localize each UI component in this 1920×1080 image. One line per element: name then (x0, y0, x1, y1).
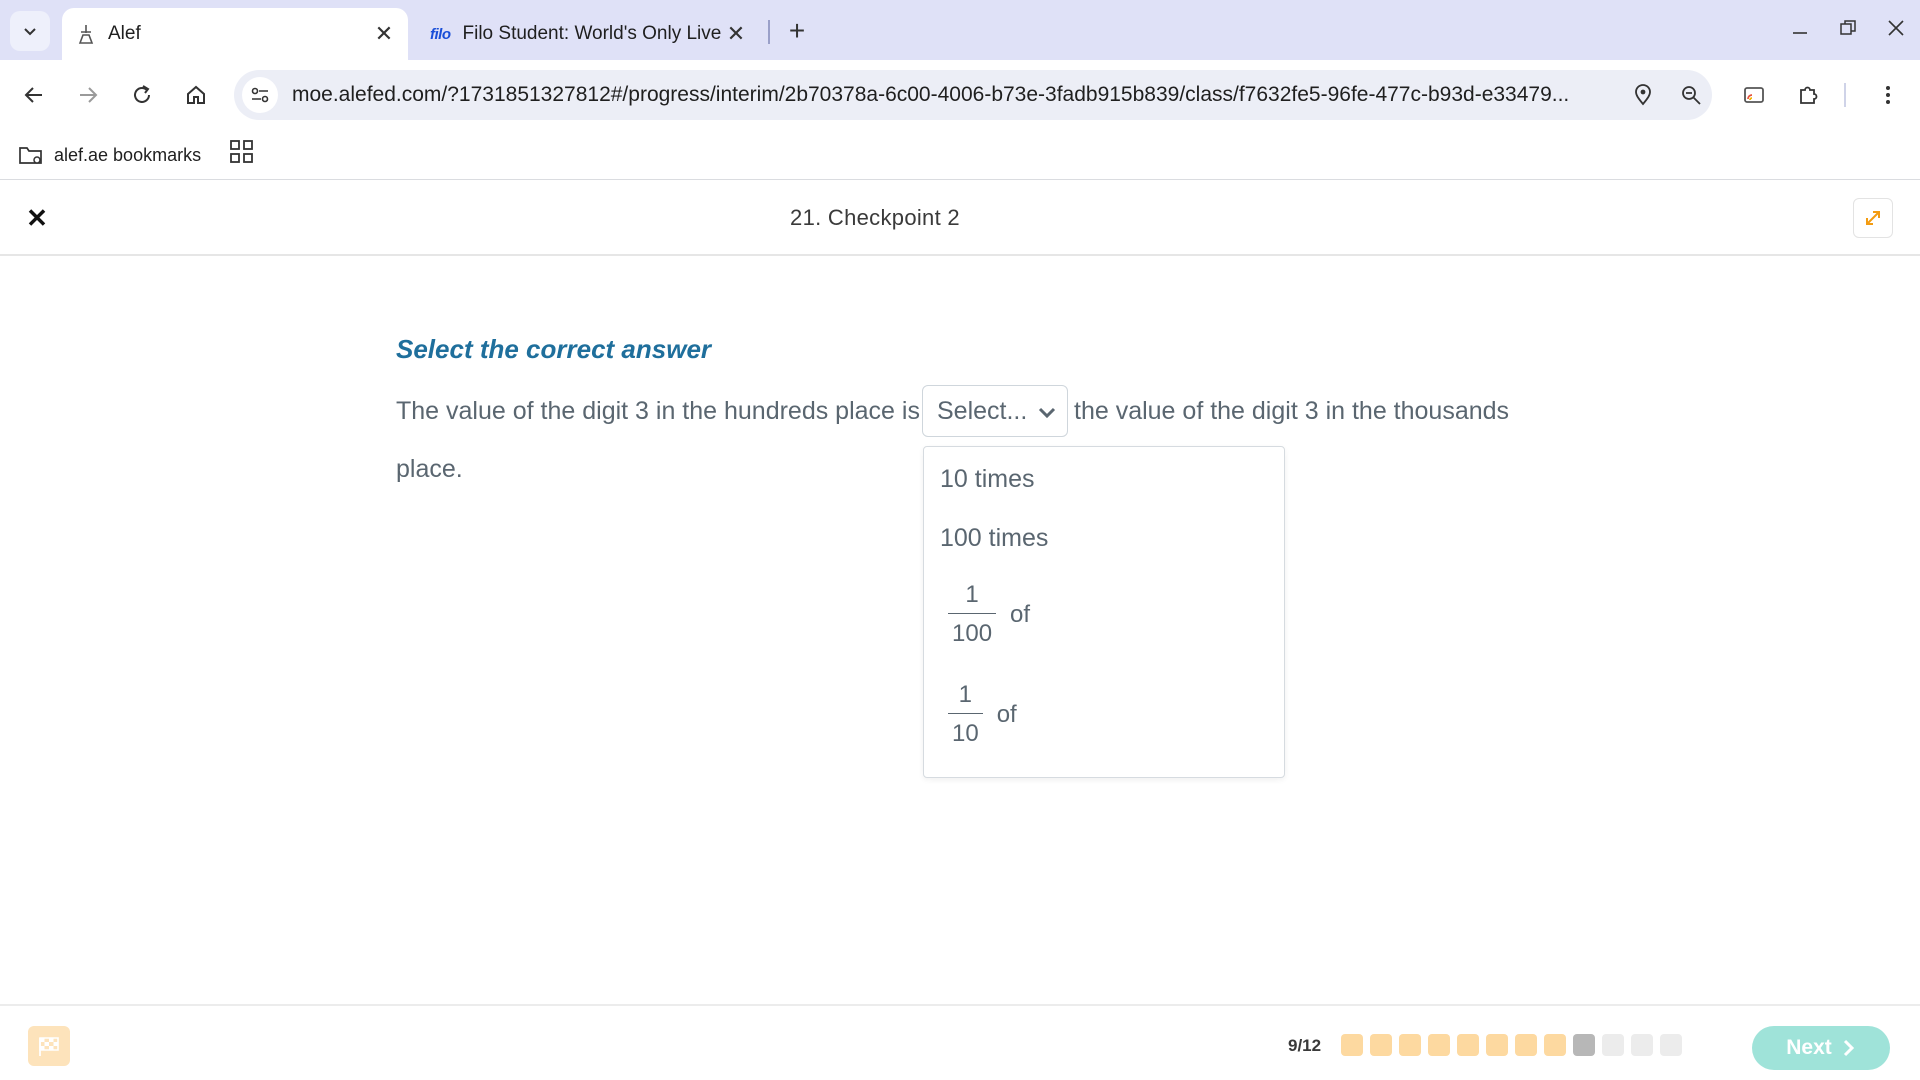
fullscreen-button[interactable] (1853, 198, 1893, 238)
tab-close-icon[interactable]: ✕ (722, 20, 750, 48)
progress-dot[interactable] (1399, 1034, 1421, 1056)
page-title: 21. Checkpoint 2 (790, 205, 960, 230)
reload-icon (134, 85, 150, 103)
tab-filo[interactable]: filo Filo Student: World's Only Live I ✕ (420, 8, 760, 60)
address-bar[interactable]: moe.alefed.com/?1731851327812#/progress/… (234, 70, 1712, 120)
chevron-down-icon (24, 28, 36, 36)
progress-dot[interactable] (1515, 1034, 1537, 1056)
url-text[interactable]: moe.alefed.com/?1731851327812#/progress/… (292, 83, 1592, 107)
filo-logo: filo (430, 25, 451, 43)
fraction-denominator: 100 (948, 613, 997, 648)
fraction-denominator: 10 (948, 713, 983, 748)
home-button[interactable] (176, 75, 216, 115)
answer-dropdown-menu: 10 times 100 times 1 100 of 1 10 of (923, 446, 1285, 778)
tab-title: Filo Student: World's Only Live I (462, 23, 723, 44)
lesson-header: ✕ 21. Checkpoint 2 (0, 181, 1920, 256)
arrow-left-icon (24, 87, 42, 103)
minimize-icon (1793, 32, 1807, 34)
select-placeholder: Select... (937, 396, 1028, 425)
progress-count: 9/12 (1288, 1036, 1322, 1055)
fraction: 1 100 (948, 581, 997, 648)
option-100-times[interactable]: 100 times (940, 524, 1048, 553)
bookmark-label: alef.ae bookmarks (54, 144, 202, 165)
progress-dot[interactable] (1428, 1034, 1450, 1056)
bookmarks-bar: alef.ae bookmarks (0, 130, 1920, 180)
fraction: 1 10 (948, 681, 983, 748)
extensions-button[interactable] (1788, 75, 1828, 115)
minimize-button[interactable] (1778, 8, 1822, 48)
next-button[interactable]: Next (1752, 1026, 1890, 1070)
close-icon (1888, 20, 1904, 36)
question-text-line2: place. (396, 455, 463, 483)
progress-dot[interactable] (1370, 1034, 1392, 1056)
new-tab-button[interactable]: + (780, 14, 814, 48)
option-one-tenth-of[interactable]: 1 10 of (948, 681, 1017, 748)
back-button[interactable] (14, 75, 54, 115)
progress-dot[interactable] (1341, 1034, 1363, 1056)
restore-button[interactable] (1826, 8, 1870, 48)
tab-close-icon[interactable]: ✕ (370, 20, 398, 48)
location-button[interactable] (1626, 78, 1660, 112)
answer-select[interactable]: Select... (922, 385, 1068, 437)
restore-icon (1840, 20, 1856, 35)
expand-icon (1866, 211, 1880, 225)
site-info-button[interactable] (242, 77, 278, 113)
apps-grid-icon[interactable] (228, 138, 256, 166)
option-suffix: of (996, 700, 1017, 728)
tab-title: Alef (108, 23, 141, 44)
progress-dot[interactable] (1457, 1034, 1479, 1056)
question-text-before: The value of the digit 3 in the hundreds… (396, 397, 920, 425)
question-text-after: the value of the digit 3 in the thousand… (1074, 397, 1510, 425)
folder-icon (19, 147, 42, 164)
puzzle-icon (1800, 86, 1818, 104)
more-vertical-icon (1886, 86, 1890, 104)
arrow-right-icon (80, 87, 98, 103)
option-suffix: of (1010, 600, 1031, 628)
close-window-button[interactable] (1874, 8, 1918, 48)
progress-dot[interactable] (1602, 1034, 1624, 1056)
cast-button[interactable] (1734, 75, 1774, 115)
cast-icon (1744, 87, 1764, 103)
location-pin-icon (1635, 84, 1651, 106)
chevron-down-icon (1038, 407, 1056, 419)
chevron-right-icon (1843, 1039, 1854, 1057)
progress-dots (1341, 1034, 1689, 1056)
forward-button[interactable] (68, 75, 108, 115)
zoom-icon (1682, 86, 1701, 105)
question-instruction: Select the correct answer (396, 334, 712, 364)
toolbar-separator (1844, 83, 1846, 107)
browser-menu-button[interactable] (1868, 75, 1908, 115)
home-icon (187, 85, 205, 104)
lesson-footer: 9/12 Next (0, 1004, 1920, 1080)
tab-separator (768, 20, 770, 44)
checkered-flag-icon (39, 1037, 59, 1056)
tune-icon (251, 87, 269, 103)
progress-dot[interactable] (1660, 1034, 1682, 1056)
browser-toolbar: moe.alefed.com/?1731851327812#/progress/… (0, 60, 1920, 130)
progress-dot[interactable] (1631, 1034, 1653, 1056)
reload-button[interactable] (122, 75, 162, 115)
progress-dot[interactable] (1544, 1034, 1566, 1056)
progress-dot[interactable] (1486, 1034, 1508, 1056)
progress-dot[interactable] (1573, 1034, 1595, 1056)
tab-search-button[interactable] (10, 11, 50, 51)
browser-tab-bar: Alef ✕ filo Filo Student: World's Only L… (0, 0, 1920, 60)
flag-button[interactable] (28, 1026, 70, 1066)
bookmark-folder-alef[interactable]: alef.ae bookmarks (18, 138, 201, 172)
option-10-times[interactable]: 10 times (940, 465, 1034, 494)
fraction-numerator: 1 (965, 581, 979, 608)
alef-favicon-icon (78, 25, 94, 44)
next-label: Next (1786, 1036, 1832, 1059)
option-one-hundredth-of[interactable]: 1 100 of (948, 581, 1030, 648)
zoom-button[interactable] (1674, 78, 1708, 112)
tab-alef[interactable]: Alef ✕ (62, 8, 408, 60)
fraction-numerator: 1 (958, 681, 973, 708)
